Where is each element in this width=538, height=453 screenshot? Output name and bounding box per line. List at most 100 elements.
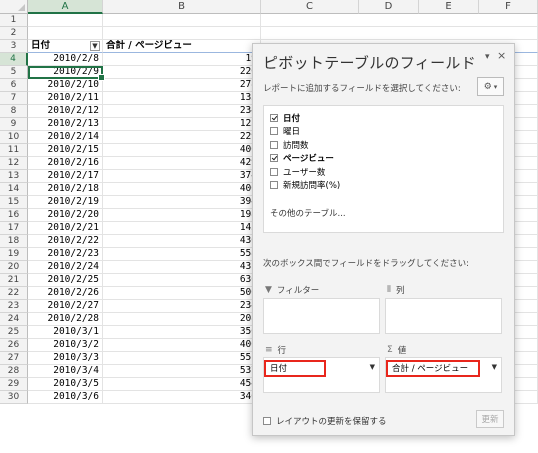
row-header[interactable]: 1 <box>0 14 28 27</box>
date-cell[interactable]: 2010/2/20 <box>28 209 103 222</box>
pageview-cell[interactable]: 406 <box>103 339 261 352</box>
row-header[interactable]: 13 <box>0 170 28 183</box>
date-cell[interactable]: 2010/2/13 <box>28 118 103 131</box>
date-cell[interactable]: 2010/3/6 <box>28 391 103 404</box>
field-item[interactable]: ページビュー <box>270 152 334 165</box>
date-cell[interactable]: 2010/2/15 <box>28 144 103 157</box>
pageview-cell[interactable]: 636 <box>103 274 261 287</box>
pageview-cell[interactable]: 133 <box>103 92 261 105</box>
date-cell[interactable]: 2010/2/28 <box>28 313 103 326</box>
row-header[interactable]: 9 <box>0 118 28 131</box>
field-item[interactable]: 新規訪問率(%) <box>270 179 340 192</box>
date-cell[interactable] <box>28 27 103 40</box>
row-header[interactable]: 8 <box>0 105 28 118</box>
field-item[interactable]: 日付 <box>270 111 300 124</box>
field-item[interactable]: 訪問数 <box>270 138 309 151</box>
field-item[interactable]: ユーザー数 <box>270 165 325 178</box>
column-header-e[interactable]: E <box>419 0 479 14</box>
date-cell[interactable]: 2010/2/18 <box>28 183 103 196</box>
column-header-f[interactable]: F <box>479 0 538 14</box>
date-cell[interactable]: 2010/2/21 <box>28 222 103 235</box>
date-cell[interactable]: 2010/2/23 <box>28 248 103 261</box>
row-header[interactable]: 2 <box>0 27 28 40</box>
filter-area[interactable] <box>263 298 380 334</box>
date-cell[interactable]: 2010/3/5 <box>28 378 103 391</box>
date-cell[interactable]: 2010/2/27 <box>28 300 103 313</box>
row-header[interactable]: 5 <box>0 66 28 79</box>
empty-cells[interactable] <box>261 14 538 27</box>
row-header[interactable]: 18 <box>0 235 28 248</box>
pageview-cell[interactable]: 19 <box>103 53 261 66</box>
date-cell[interactable]: 2010/3/1 <box>28 326 103 339</box>
chevron-down-icon[interactable]: ▼ <box>370 363 375 371</box>
pageview-cell[interactable]: 234 <box>103 105 261 118</box>
empty-cells[interactable] <box>261 27 538 40</box>
row-header[interactable]: 29 <box>0 378 28 391</box>
row-header[interactable]: 7 <box>0 92 28 105</box>
date-cell[interactable]: 2010/2/9 <box>28 66 103 79</box>
field-checkbox[interactable] <box>270 140 278 149</box>
row-header[interactable]: 25 <box>0 326 28 339</box>
column-header-a[interactable]: A <box>28 0 103 14</box>
row-label-header[interactable]: 日付 ▼ <box>28 40 103 53</box>
field-checkbox[interactable] <box>270 127 278 135</box>
update-button[interactable]: 更新 <box>476 410 504 428</box>
pageview-cell[interactable]: 551 <box>103 352 261 365</box>
row-header[interactable]: 27 <box>0 352 28 365</box>
other-tables-link[interactable]: その他のテーブル... <box>270 207 346 219</box>
rows-field-chip[interactable]: 日付 ▼ <box>264 359 381 377</box>
date-cell[interactable] <box>28 14 103 27</box>
rows-area[interactable]: 日付 ▼ <box>263 357 380 393</box>
row-header[interactable]: 23 <box>0 300 28 313</box>
field-item[interactable]: 曜日 <box>270 125 300 138</box>
field-checkbox[interactable] <box>270 167 278 176</box>
date-cell[interactable]: 2010/2/12 <box>28 105 103 118</box>
filter-dropdown-icon[interactable]: ▼ <box>90 41 100 51</box>
values-header[interactable]: 合計 / ページビュー <box>103 40 261 53</box>
row-header[interactable]: 28 <box>0 365 28 378</box>
row-header[interactable]: 11 <box>0 144 28 157</box>
date-cell[interactable]: 2010/2/11 <box>28 92 103 105</box>
date-cell[interactable]: 2010/2/22 <box>28 235 103 248</box>
values-area[interactable]: 合計 / ページビュー ▼ <box>385 357 502 393</box>
pageview-cell[interactable]: 537 <box>103 365 261 378</box>
pageview-cell[interactable]: 430 <box>103 235 261 248</box>
date-cell[interactable]: 2010/3/3 <box>28 352 103 365</box>
pageview-cell[interactable]: 350 <box>103 326 261 339</box>
row-header[interactable]: 17 <box>0 222 28 235</box>
pageview-cell[interactable]: 558 <box>103 248 261 261</box>
select-all-corner[interactable] <box>0 0 28 14</box>
row-header[interactable]: 19 <box>0 248 28 261</box>
settings-button[interactable]: ⚙ ▾ <box>477 77 504 96</box>
date-cell[interactable]: 2010/2/10 <box>28 79 103 92</box>
date-cell[interactable]: 2010/2/8 <box>28 53 103 66</box>
pageview-cell[interactable]: 374 <box>103 170 261 183</box>
pageview-cell[interactable] <box>103 14 261 27</box>
date-cell[interactable]: 2010/3/2 <box>28 339 103 352</box>
pageview-cell[interactable]: 429 <box>103 157 261 170</box>
pageview-cell[interactable]: 406 <box>103 144 261 157</box>
row-header[interactable]: 4 <box>0 53 28 66</box>
pageview-cell[interactable]: 454 <box>103 378 261 391</box>
defer-update-option[interactable]: レイアウトの更新を保留する <box>263 415 387 427</box>
pageview-cell[interactable]: 500 <box>103 287 261 300</box>
pageview-cell[interactable]: 431 <box>103 261 261 274</box>
pageview-cell[interactable]: 278 <box>103 79 261 92</box>
row-header[interactable]: 15 <box>0 196 28 209</box>
field-checkbox[interactable] <box>270 154 278 162</box>
row-header[interactable]: 6 <box>0 79 28 92</box>
pageview-cell[interactable]: 234 <box>103 300 261 313</box>
field-checkbox[interactable] <box>270 181 278 189</box>
pageview-cell[interactable]: 198 <box>103 209 261 222</box>
row-header[interactable]: 24 <box>0 313 28 326</box>
chevron-down-icon[interactable]: ▼ <box>492 363 497 371</box>
pageview-cell[interactable]: 406 <box>103 183 261 196</box>
pageview-cell[interactable]: 340 <box>103 391 261 404</box>
date-cell[interactable]: 2010/2/16 <box>28 157 103 170</box>
date-cell[interactable]: 2010/2/24 <box>28 261 103 274</box>
date-cell[interactable]: 2010/2/17 <box>28 170 103 183</box>
date-cell[interactable]: 2010/3/4 <box>28 365 103 378</box>
close-icon[interactable]: × <box>497 49 506 62</box>
columns-area[interactable] <box>385 298 502 334</box>
defer-update-checkbox[interactable] <box>263 417 271 425</box>
